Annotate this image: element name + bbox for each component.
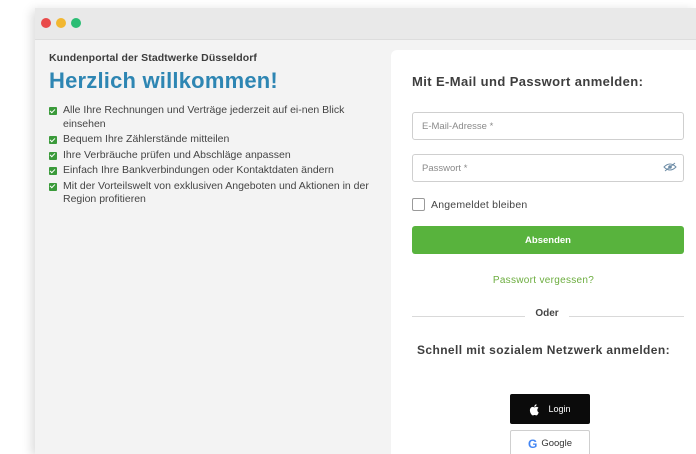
apple-icon <box>530 403 540 415</box>
apple-login-button[interactable]: Login <box>510 394 590 424</box>
portal-subtitle: Kundenportal der Stadtwerke Düsseldorf <box>49 52 258 64</box>
login-title: Mit E-Mail und Passwort anmelden: <box>412 74 644 89</box>
remember-checkbox[interactable] <box>412 198 425 211</box>
welcome-heading: Herzlich willkommen! <box>49 68 278 93</box>
google-g-icon: G <box>528 436 538 451</box>
feature-item: Ihre Verbräuche prüfen und Abschläge anp… <box>49 149 379 163</box>
feature-item: Mit der Vorteilswelt von exklusiven Ange… <box>49 180 379 207</box>
check-icon <box>49 167 57 175</box>
title-bar <box>35 8 696 40</box>
google-login-button[interactable]: G Google <box>510 430 590 454</box>
divider-label: Oder <box>525 308 569 319</box>
login-card: Mit E-Mail und Passwort anmelden: Angeme… <box>391 50 696 454</box>
check-icon <box>49 136 57 144</box>
feature-list: Alle Ihre Rechnungen und Verträge jederz… <box>49 104 379 207</box>
remember-label: Angemeldet bleiben <box>431 198 528 211</box>
feature-item: Bequem Ihre Zählerstände mitteilen <box>49 133 379 147</box>
eye-slash-icon[interactable] <box>663 162 677 172</box>
check-icon <box>49 107 57 115</box>
password-input[interactable] <box>412 154 684 182</box>
browser-window: Kundenportal der Stadtwerke Düsseldorf H… <box>35 8 696 454</box>
feature-text: Einfach Ihre Bankverbindungen oder Konta… <box>63 164 334 176</box>
check-icon <box>49 182 57 191</box>
submit-button[interactable]: Absenden <box>412 226 684 254</box>
feature-text: Mit der Vorteilswelt von exklusiven Ange… <box>63 179 369 206</box>
social-login-title: Schnell mit sozialem Netzwerk anmelden: <box>416 343 670 357</box>
apple-login-label: Login <box>548 404 571 414</box>
intro-section: Kundenportal der Stadtwerke Düsseldorf H… <box>49 52 379 209</box>
forgot-password-link[interactable]: Passwort vergessen? <box>391 275 696 286</box>
minimize-window-button[interactable] <box>56 18 66 28</box>
feature-text: Alle Ihre Rechnungen und Verträge jederz… <box>63 104 345 130</box>
email-input[interactable] <box>412 112 684 140</box>
remember-me[interactable]: Angemeldet bleiben <box>412 198 527 211</box>
close-window-button[interactable] <box>41 18 51 28</box>
check-icon <box>49 151 57 160</box>
feature-text: Ihre Verbräuche prüfen und Abschläge anp… <box>63 148 291 161</box>
feature-item: Einfach Ihre Bankverbindungen oder Konta… <box>49 164 379 178</box>
feature-item: Alle Ihre Rechnungen und Verträge jederz… <box>49 104 379 131</box>
maximize-window-button[interactable] <box>71 18 81 28</box>
feature-text: Bequem Ihre Zählerstände mitteilen <box>63 133 230 145</box>
google-login-label: Google <box>541 438 572 449</box>
